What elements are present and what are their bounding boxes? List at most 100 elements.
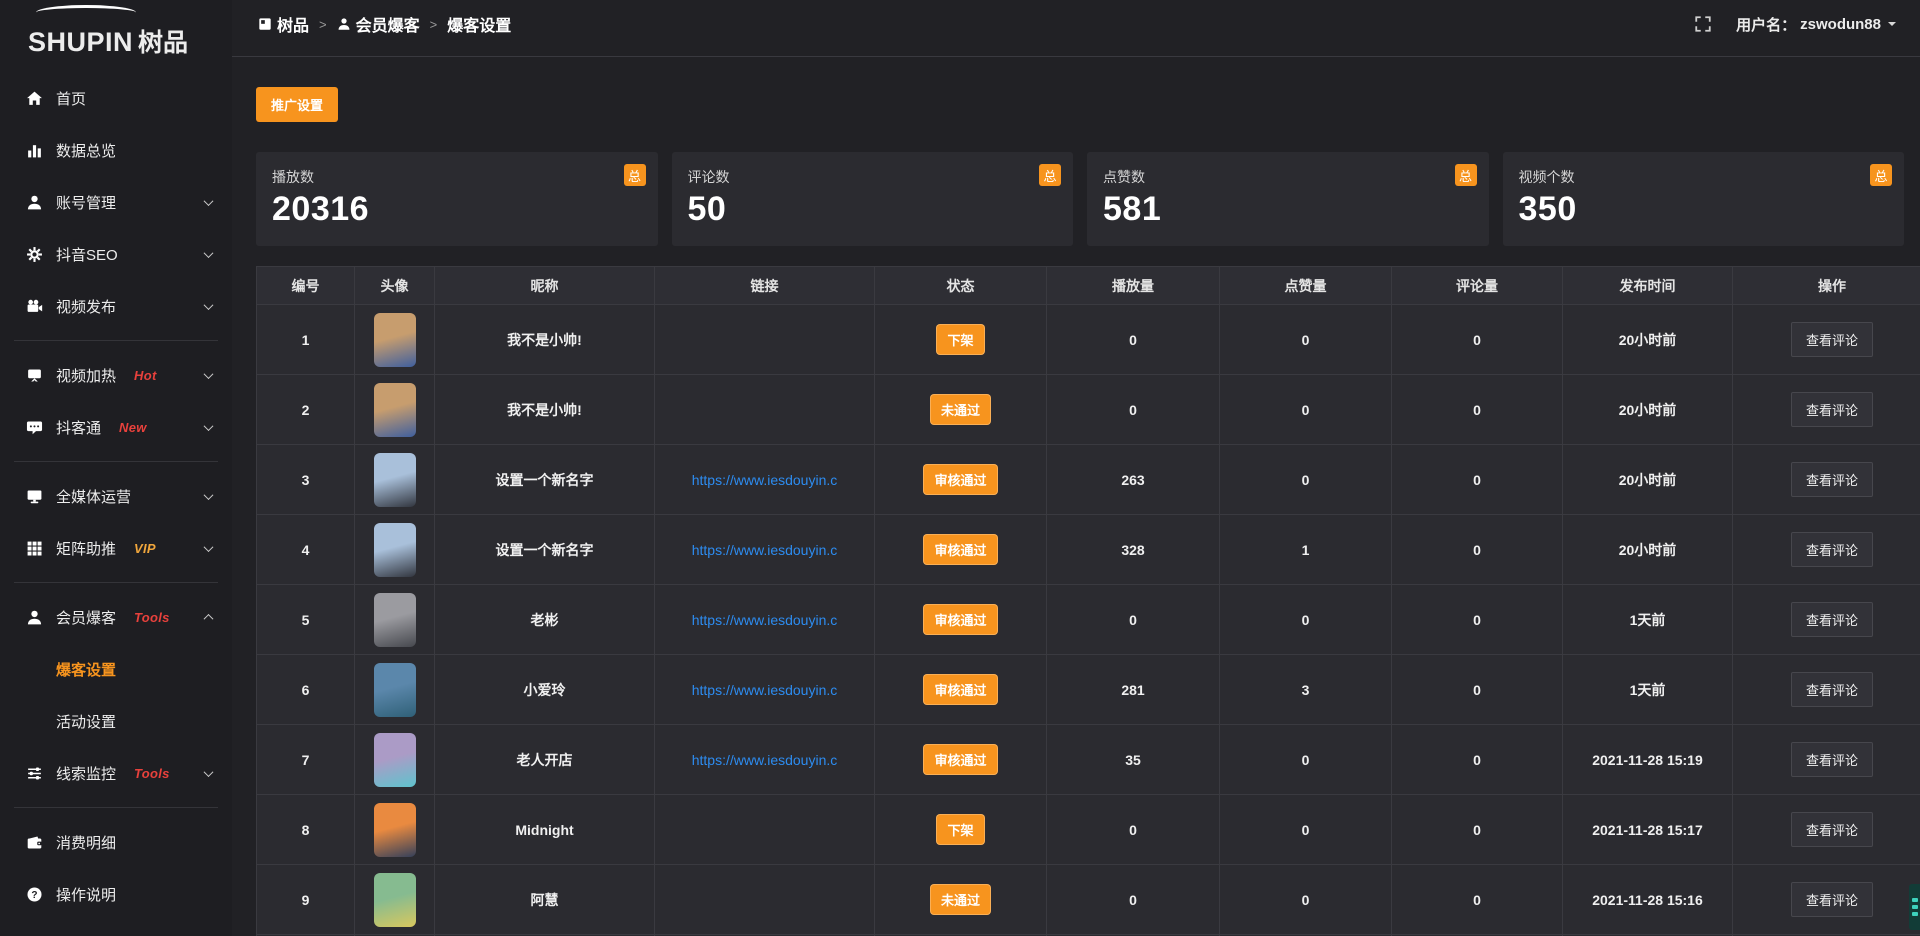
sidebar-item-consumption-detail[interactable]: 消费明细 xyxy=(0,816,232,868)
sidebar-subitem-baoke-settings[interactable]: 爆客设置 xyxy=(0,643,232,695)
view-comments-button[interactable]: 查看评论 xyxy=(1791,742,1873,777)
like-count: 0 xyxy=(1220,865,1392,935)
nickname: 老人开店 xyxy=(435,725,655,795)
nickname: 阿慧 xyxy=(435,865,655,935)
sidebar-item-all-media-operation[interactable]: 全媒体运营 xyxy=(0,470,232,522)
sidebar-item-matrix-boost[interactable]: 矩阵助推VIP xyxy=(0,522,232,574)
sidebar-item-label: 全媒体运营 xyxy=(56,486,131,507)
video-link[interactable]: https://www.iesdouyin.c xyxy=(692,612,838,628)
video-link[interactable]: https://www.iesdouyin.c xyxy=(692,542,838,558)
chat-widget[interactable] xyxy=(1909,884,1920,930)
row-id: 6 xyxy=(257,655,355,725)
video-link[interactable]: https://www.iesdouyin.c xyxy=(692,752,838,768)
status-badge[interactable]: 审核通过 xyxy=(923,604,997,635)
sidebar-badge: New xyxy=(119,420,147,435)
view-comments-button[interactable]: 查看评论 xyxy=(1791,462,1873,497)
comment-count: 0 xyxy=(1392,375,1563,445)
sidebar-item-member-baoke[interactable]: 会员爆客Tools xyxy=(0,591,232,643)
sidebar-menu: 首页数据总览账号管理抖音SEO 视频发布视频加热Hot抖客通New 全媒体运营矩阵助… xyxy=(0,56,232,920)
sidebar-item-clue-monitor[interactable]: 线索监控Tools xyxy=(0,747,232,799)
view-comments-button[interactable]: 查看评论 xyxy=(1791,392,1873,427)
view-comments-button[interactable]: 查看评论 xyxy=(1791,602,1873,637)
status-badge[interactable]: 审核通过 xyxy=(923,464,997,495)
chevron-down-icon xyxy=(204,490,214,500)
breadcrumb-label: 树品 xyxy=(277,12,309,36)
stat-card: 点赞数581总 xyxy=(1087,152,1489,246)
sidebar-item-video-heat[interactable]: 视频加热Hot xyxy=(0,349,232,401)
table-row: 7老人开店https://www.iesdouyin.c审核通过35002021… xyxy=(257,725,1920,795)
sidebar-item-account-management[interactable]: 账号管理 xyxy=(0,176,232,228)
status-cell: 下架 xyxy=(875,305,1047,375)
sidebar-item-data-overview[interactable]: 数据总览 xyxy=(0,124,232,176)
stat-label: 视频个数 xyxy=(1519,167,1889,187)
sidebar-item-operation-guide[interactable]: ?操作说明 xyxy=(0,868,232,920)
promo-settings-button[interactable]: 推广设置 xyxy=(256,87,338,122)
stat-card: 评论数50总 xyxy=(672,152,1074,246)
view-comments-button[interactable]: 查看评论 xyxy=(1791,672,1873,707)
breadcrumb-item[interactable]: 会员爆客 xyxy=(337,12,420,36)
status-badge[interactable]: 下架 xyxy=(936,814,984,845)
like-count: 1 xyxy=(1220,515,1392,585)
link-cell: https://www.iesdouyin.c xyxy=(655,585,875,655)
view-comments-button[interactable]: 查看评论 xyxy=(1791,882,1873,917)
status-cell: 未通过 xyxy=(875,865,1047,935)
avatar xyxy=(374,453,416,507)
sidebar-item-douyin-seo[interactable]: 抖音SEO xyxy=(0,228,232,280)
nickname: 我不是小帅! xyxy=(435,305,655,375)
status-badge[interactable]: 审核通过 xyxy=(923,534,997,565)
main-content: 树品>会员爆客>爆客设置 用户名： zswodun88 推广设置 播放数2031… xyxy=(232,0,1920,936)
fullscreen-icon[interactable] xyxy=(1694,15,1712,33)
sidebar-item-label: 账号管理 xyxy=(56,192,116,213)
avatar-cell xyxy=(355,305,435,375)
like-count: 0 xyxy=(1220,725,1392,795)
publish-time: 20小时前 xyxy=(1563,515,1733,585)
logo-arc xyxy=(36,5,136,20)
play-count: 0 xyxy=(1047,585,1220,655)
view-comments-button[interactable]: 查看评论 xyxy=(1791,322,1873,357)
sidebar-item-video-publish[interactable]: 视频发布 xyxy=(0,280,232,332)
comment-count: 0 xyxy=(1392,655,1563,725)
status-badge[interactable]: 未通过 xyxy=(930,884,991,915)
link-cell xyxy=(655,305,875,375)
user-dropdown[interactable]: 用户名： zswodun88 xyxy=(1736,14,1896,35)
sidebar-item-label: 消费明细 xyxy=(56,832,116,853)
wallet-icon xyxy=(26,834,43,851)
breadcrumb-item: 爆客设置 xyxy=(447,12,511,36)
status-cell: 未通过 xyxy=(875,375,1047,445)
chevron-down-icon xyxy=(1888,22,1896,30)
view-comments-button[interactable]: 查看评论 xyxy=(1791,812,1873,847)
sidebar-item-home[interactable]: 首页 xyxy=(0,72,232,124)
sidebar-item-label: 视频发布 xyxy=(56,296,116,317)
action-cell: 查看评论 xyxy=(1733,865,1920,935)
column-header: 编号 xyxy=(257,267,355,305)
view-comments-button[interactable]: 查看评论 xyxy=(1791,532,1873,567)
like-count: 0 xyxy=(1220,305,1392,375)
logo-latin: SHUPIN xyxy=(28,29,133,56)
sidebar-item-douketong[interactable]: 抖客通New xyxy=(0,401,232,453)
status-badge[interactable]: 审核通过 xyxy=(923,744,997,775)
like-count: 0 xyxy=(1220,795,1392,865)
sidebar-divider xyxy=(14,340,218,341)
video-link[interactable]: https://www.iesdouyin.c xyxy=(692,472,838,488)
sidebar-subitem-activity-settings[interactable]: 活动设置 xyxy=(0,695,232,747)
link-cell: https://www.iesdouyin.c xyxy=(655,725,875,795)
total-badge: 总 xyxy=(624,164,646,186)
avatar xyxy=(374,313,416,367)
action-cell: 查看评论 xyxy=(1733,515,1920,585)
publish-time: 1天前 xyxy=(1563,655,1733,725)
status-cell: 审核通过 xyxy=(875,445,1047,515)
chevron-down-icon xyxy=(204,542,214,552)
video-link[interactable]: https://www.iesdouyin.c xyxy=(692,682,838,698)
breadcrumb-item[interactable]: 树品 xyxy=(258,12,309,36)
link-cell xyxy=(655,865,875,935)
avatar-cell xyxy=(355,585,435,655)
avatar-cell xyxy=(355,655,435,725)
user-icon xyxy=(26,194,43,211)
chat-icon xyxy=(26,419,43,436)
row-id: 3 xyxy=(257,445,355,515)
status-badge[interactable]: 未通过 xyxy=(930,394,991,425)
action-cell: 查看评论 xyxy=(1733,585,1920,655)
status-badge[interactable]: 审核通过 xyxy=(923,674,997,705)
logo[interactable]: SHUPIN 树品 xyxy=(0,0,232,56)
status-badge[interactable]: 下架 xyxy=(936,324,984,355)
